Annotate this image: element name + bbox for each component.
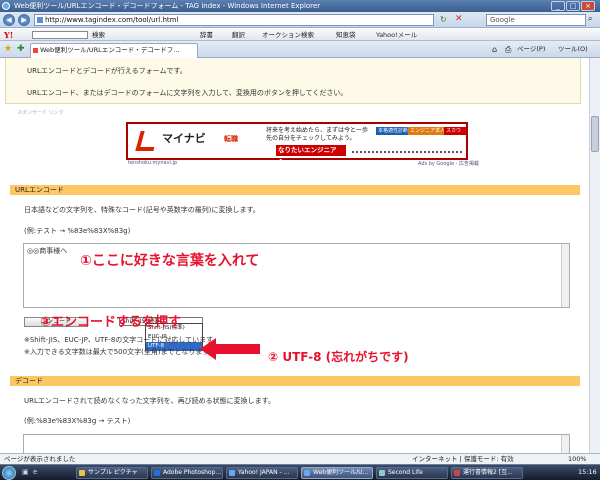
ad-link[interactable]: tenshoku.mynavi.jp: [128, 160, 177, 166]
maximize-button[interactable]: □: [566, 1, 580, 11]
document-icon: [454, 470, 460, 476]
sponsor-label: スポンサード リンク: [17, 110, 64, 116]
ad-cars-decoration: [352, 151, 462, 153]
intro-box: URLエンコードとデコードが行えるフォームです。 URLエンコード、またはデコー…: [5, 58, 581, 104]
ad-tag-3[interactable]: スカウト: [444, 127, 466, 142]
forward-button[interactable]: ▶: [18, 14, 30, 26]
photoshop-icon: [154, 470, 160, 476]
yahoo-toolbar: Y! 検索 辞書 翻訳 オークション検索 知恵袋 Yahoo!メール: [0, 29, 600, 41]
decode-textarea-scrollbar[interactable]: [561, 435, 569, 453]
ad-tag-1[interactable]: 本格適性診断: [376, 127, 411, 135]
textarea-scrollbar[interactable]: [561, 244, 569, 307]
tab-favicon-icon: [33, 48, 38, 53]
taskbar-item-document[interactable]: 運行書情報2 [互...: [451, 467, 523, 479]
ad-copy: 将来を考え始めたら、まずは今と一歩先の自分をチェックしてみよう。: [266, 127, 369, 142]
yahoo-item-dictionary[interactable]: 辞書: [200, 29, 213, 41]
yahoo-item-translate[interactable]: 翻訳: [232, 29, 245, 41]
page-menu[interactable]: ページ(P): [517, 44, 545, 55]
start-button[interactable]: [2, 466, 16, 480]
ie-icon: [229, 470, 235, 476]
address-input[interactable]: http://www.tagindex.com/tool/url.html: [34, 14, 434, 26]
taskbar-item-yahoo[interactable]: Yahoo! JAPAN - ...: [226, 467, 298, 479]
stop-icon[interactable]: ✕: [455, 14, 463, 24]
ad-slogan: なりたいエンジニアへ。: [276, 145, 346, 165]
decode-textarea[interactable]: [23, 434, 570, 453]
secondlife-icon: [379, 470, 385, 476]
annotation-step3: ③エンコードするを押す: [40, 315, 182, 330]
yahoo-item-mail[interactable]: Yahoo!メール: [376, 29, 417, 41]
yahoo-search-input[interactable]: [32, 31, 88, 39]
browser-window: Web便利ツール/URLエンコード・デコードフォーム - TAG index -…: [0, 0, 600, 480]
decode-description: URLエンコードされて読めなくなった文字列を、再び読める状態に変換します。: [24, 397, 275, 405]
encode-note-2: ※入力できる文字数は最大で500文字(全角)までとなります。: [24, 348, 216, 356]
taskbar-item-pictures[interactable]: サンプル ピクチャ: [76, 467, 148, 479]
print-icon[interactable]: ⎙: [505, 44, 511, 55]
encode-heading: URLエンコード: [10, 185, 580, 195]
intro-line-2: URLエンコード、またはデコードのフォームに文字列を入力して、変換用のボタンを押…: [27, 89, 348, 97]
encode-textarea-value: ◎◎商事様へ: [27, 247, 68, 255]
taskbar: ▣ e サンプル ピクチャ Adobe Photoshop... Yahoo! …: [0, 464, 600, 480]
folder-icon: [79, 470, 85, 476]
yahoo-item-auction[interactable]: オークション検索: [262, 29, 314, 41]
ad-brand-sub: 転職: [224, 135, 238, 143]
tools-menu[interactable]: ツール(O): [558, 44, 588, 55]
status-zone: インターネット | 保護モード: 有効: [412, 455, 514, 463]
tab-label: Web便利ツール/URLエンコード・デコードフ...: [40, 46, 180, 54]
address-bar-row: ◀ ▶ http://www.tagindex.com/tool/url.htm…: [0, 12, 600, 28]
taskbar-item-tagindex[interactable]: Web便利ツール/U...: [301, 467, 373, 479]
decode-example: (例:%83e%83X%83g → テスト): [24, 417, 131, 425]
window-title: Web便利ツール/URLエンコード・デコードフォーム - TAG index -…: [14, 2, 321, 10]
arrow-icon: [200, 338, 260, 360]
refresh-icon[interactable]: ↻: [440, 15, 447, 24]
page-content: URLエンコードとデコードが行えるフォームです。 URLエンコード、またはデコー…: [0, 58, 589, 453]
status-bar: ページが表示されました インターネット | 保護モード: 有効 100%: [0, 453, 600, 464]
back-button[interactable]: ◀: [3, 14, 15, 26]
favorites-star-icon[interactable]: ★: [4, 44, 12, 54]
page-icon: [37, 17, 43, 23]
yahoo-item-search[interactable]: 検索: [92, 29, 105, 41]
ie-logo-icon: [2, 2, 10, 10]
title-bar: Web便利ツール/URLエンコード・デコードフォーム - TAG index -…: [0, 0, 600, 12]
yahoo-item-chiebukuro[interactable]: 知恵袋: [336, 29, 356, 41]
status-text: ページが表示されました: [4, 455, 76, 463]
quicklaunch-ie-icon[interactable]: e: [33, 468, 37, 476]
intro-line-1: URLエンコードとデコードが行えるフォームです。: [27, 67, 187, 75]
tab-bar: ★ ✚ Web便利ツール/URLエンコード・デコードフ... ⌂ ⎙ ページ(P…: [0, 41, 600, 58]
annotation-step1: ①ここに好きな言葉を入れて: [80, 253, 260, 269]
ad-banner[interactable]: マイナビ 転職 将来を考え始めたら、まずは今と一歩先の自分をチェックしてみよう。…: [126, 122, 468, 165]
add-favorites-icon[interactable]: ✚: [17, 44, 25, 54]
tab-active[interactable]: Web便利ツール/URLエンコード・デコードフ...: [30, 43, 198, 58]
decode-heading: デコード: [10, 376, 580, 386]
taskbar-item-photoshop[interactable]: Adobe Photoshop...: [151, 467, 223, 479]
scrollbar-thumb[interactable]: [591, 116, 599, 152]
search-icon[interactable]: ⌕: [588, 14, 592, 24]
zoom-level[interactable]: 100%: [568, 454, 587, 464]
ad-brand: マイナビ: [162, 132, 206, 145]
encode-note-1: ※Shift-JIS、EUC-JP、UTF-8の文字コードに対応しています。: [24, 336, 220, 344]
encode-example: (例:テスト → %83e%83X%83g): [24, 227, 131, 235]
quicklaunch-icon[interactable]: ▣: [22, 468, 29, 476]
minimize-button[interactable]: _: [551, 1, 565, 11]
ads-by-google[interactable]: Ads by Google - 広告掲載: [418, 160, 479, 167]
annotation-step2: ② UTF-8 (忘れがちです): [268, 350, 409, 364]
clock[interactable]: 15:16: [578, 468, 597, 476]
mynavi-logo-icon: [135, 131, 159, 151]
address-text: http://www.tagindex.com/tool/url.html: [45, 16, 179, 24]
taskbar-item-secondlife[interactable]: Second Life: [376, 467, 448, 479]
yahoo-logo[interactable]: Y!: [4, 29, 13, 41]
home-icon[interactable]: ⌂: [492, 44, 497, 55]
close-button[interactable]: ×: [581, 1, 595, 11]
page-scrollbar[interactable]: [589, 58, 600, 453]
search-input[interactable]: Google: [486, 14, 586, 26]
ie-icon: [304, 470, 310, 476]
encode-description: 日本語などの文字列を、特殊なコード(記号や英数字の羅列)に変換します。: [24, 206, 260, 214]
